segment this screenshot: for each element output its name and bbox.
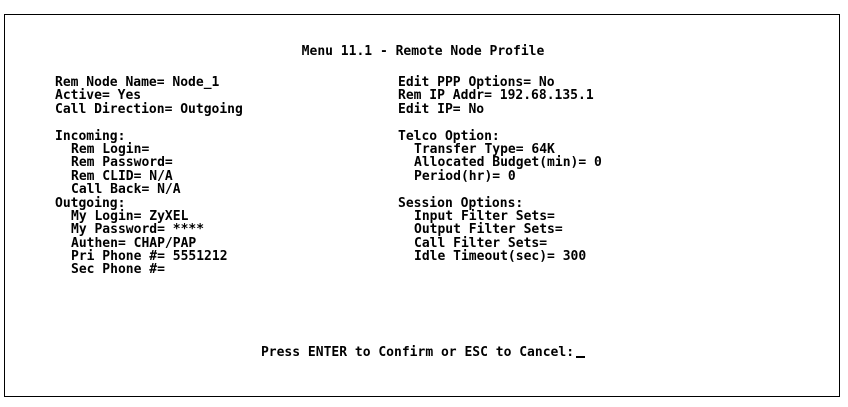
call-back-field[interactable]: Call Back= N/A <box>55 183 243 197</box>
outgoing-header: Outgoing: <box>55 195 126 211</box>
allocated-budget-field[interactable]: Allocated Budget(min)= 0 <box>398 156 602 170</box>
call-direction-field[interactable]: Call Direction= Outgoing <box>55 102 243 116</box>
rem-login-field[interactable]: Rem Login= <box>55 143 243 157</box>
rem-ip-addr-field[interactable]: Rem IP Addr= 192.68.135.1 <box>398 89 602 103</box>
rem-clid-field[interactable]: Rem CLID= N/A <box>55 169 243 183</box>
rem-password-field[interactable]: Rem Password= <box>55 156 243 170</box>
pri-phone-field[interactable]: Pri Phone #= 5551212 <box>55 250 243 264</box>
output-filter-sets-field[interactable]: Output Filter Sets= <box>398 223 602 237</box>
edit-ip-field[interactable]: Edit IP= No <box>398 102 602 116</box>
sec-phone-field[interactable]: Sec Phone #= <box>55 263 243 277</box>
idle-timeout-field[interactable]: Idle Timeout(sec)= 300 <box>398 250 602 264</box>
period-field[interactable]: Period(hr)= 0 <box>398 169 602 183</box>
input-filter-sets-field[interactable]: Input Filter Sets= <box>398 210 602 224</box>
rem-node-name-field[interactable]: Rem Node Name= Node_1 <box>55 76 243 90</box>
text-cursor[interactable] <box>576 356 586 358</box>
terminal-screen: Menu 11.1 - Remote Node Profile Rem Node… <box>4 14 840 397</box>
authen-field[interactable]: Authen= CHAP/PAP <box>55 236 243 250</box>
edit-ppp-options-field[interactable]: Edit PPP Options= No <box>398 76 602 90</box>
left-column: Rem Node Name= Node_1 Active= Yes Call D… <box>55 76 243 277</box>
my-login-field[interactable]: My Login= ZyXEL <box>55 210 243 224</box>
right-column: Edit PPP Options= No Rem IP Addr= 192.68… <box>398 76 602 264</box>
active-field[interactable]: Active= Yes <box>55 89 243 103</box>
menu-title: Menu 11.1 - Remote Node Profile <box>301 44 545 59</box>
session-options-header: Session Options: <box>398 195 524 211</box>
confirm-prompt: Press ENTER to Confirm or ESC to Cancel: <box>5 345 841 361</box>
incoming-header: Incoming: <box>55 128 126 144</box>
telco-option-header: Telco Option: <box>398 128 500 144</box>
my-password-field[interactable]: My Password= **** <box>55 223 243 237</box>
call-filter-sets-field[interactable]: Call Filter Sets= <box>398 236 602 250</box>
transfer-type-field[interactable]: Transfer Type= 64K <box>398 143 602 157</box>
confirm-prompt-text: Press ENTER to Confirm or ESC to Cancel: <box>260 345 575 360</box>
